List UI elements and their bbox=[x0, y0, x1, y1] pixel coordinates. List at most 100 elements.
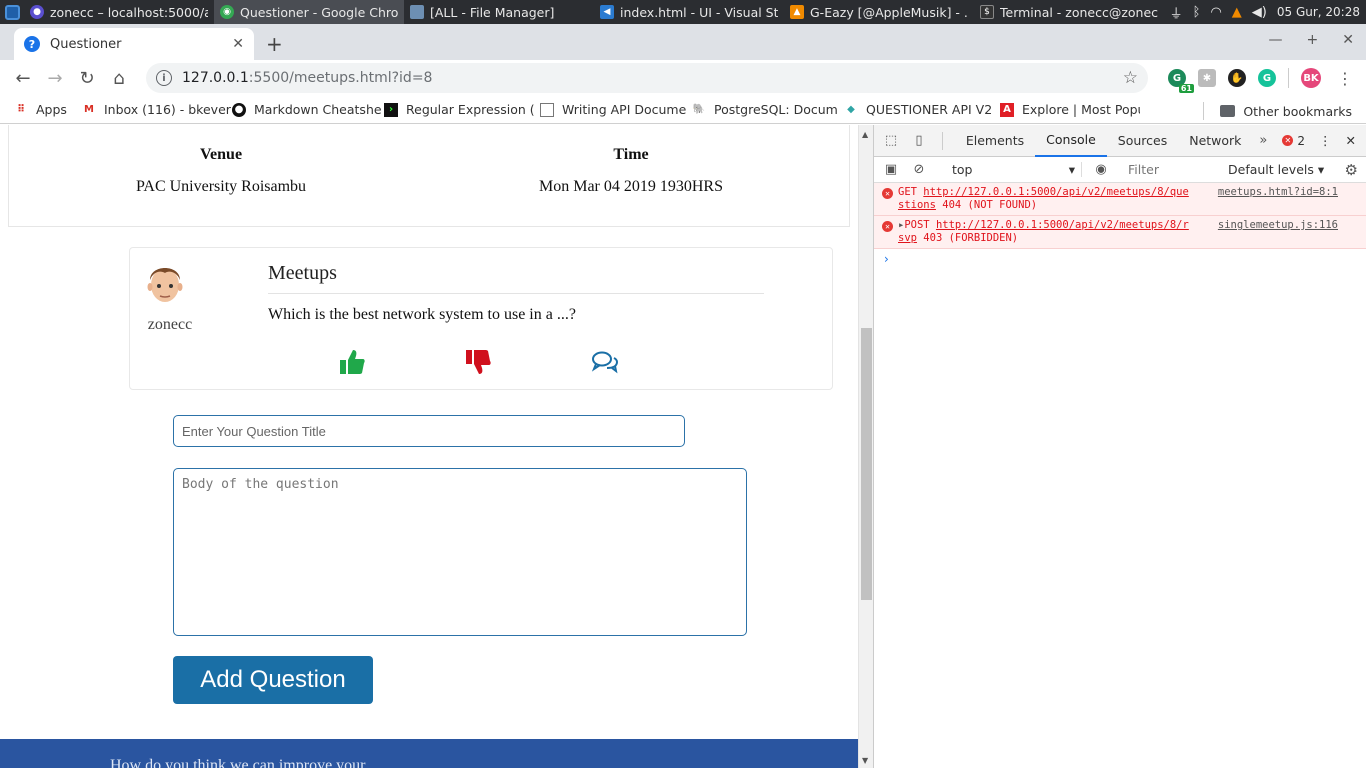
extension-puzzle-icon[interactable]: ✱ bbox=[1198, 69, 1216, 87]
inspect-element-icon[interactable]: ⬚ bbox=[882, 132, 900, 150]
console-settings-gear-icon[interactable]: ⚙ bbox=[1345, 161, 1358, 179]
request-url-link[interactable]: http://127.0.0.1:5000/api/v2/meetups/8/q… bbox=[923, 186, 1189, 198]
console-filter-input[interactable] bbox=[1128, 159, 1220, 180]
tab-network[interactable]: Network bbox=[1178, 125, 1252, 157]
close-window-icon[interactable]: ✕ bbox=[1342, 32, 1354, 48]
taskbar-item-file-manager[interactable]: [ALL - File Manager] bbox=[404, 0, 594, 24]
terminal-icon: $ bbox=[980, 5, 994, 19]
page-scrollbar[interactable]: ▲ ▼ bbox=[858, 125, 873, 768]
bookmark-apps[interactable]: ⠿ Apps bbox=[14, 102, 82, 117]
scroll-up-arrow-icon[interactable]: ▲ bbox=[862, 130, 868, 139]
taskbar-item-vscode[interactable]: ◀ index.html - UI - Visual St... bbox=[594, 0, 784, 24]
bookmark-divider bbox=[1203, 102, 1205, 120]
question-title-input[interactable] bbox=[173, 415, 685, 447]
maximize-icon[interactable]: + bbox=[1307, 32, 1319, 48]
error-source-link[interactable]: meetups.html?id=8:1 bbox=[1218, 186, 1338, 199]
error-icon: ✕ bbox=[882, 221, 893, 232]
add-question-button[interactable]: Add Question bbox=[173, 656, 373, 704]
firefox-icon: ● bbox=[30, 5, 44, 19]
clear-console-icon[interactable]: ⊘ bbox=[910, 161, 928, 179]
error-count: 2 bbox=[1297, 133, 1306, 148]
app-menu-button[interactable] bbox=[0, 0, 24, 24]
bookmark-label: Explore | Most Popu bbox=[1022, 102, 1140, 117]
question-title: Meetups bbox=[268, 262, 764, 294]
scroll-down-arrow-icon[interactable]: ▼ bbox=[862, 756, 868, 765]
log-levels-dropdown[interactable]: Default levels ▾ bbox=[1228, 162, 1324, 177]
taskbar-item-terminal[interactable]: $ Terminal - zonecc@zonec... bbox=[974, 0, 1164, 24]
bookmark-api-docs[interactable]: Writing API Docume bbox=[540, 102, 692, 117]
bluetooth-icon[interactable]: ᛒ bbox=[1193, 5, 1201, 20]
device-toolbar-icon[interactable]: ▯ bbox=[910, 132, 928, 150]
bookmark-questioner-api[interactable]: ◆ QUESTIONER API V2 bbox=[844, 102, 1000, 117]
wifi-icon[interactable]: ◠ bbox=[1210, 5, 1221, 20]
profile-avatar[interactable]: BK bbox=[1301, 68, 1321, 88]
forward-button[interactable]: → bbox=[42, 65, 68, 91]
volume-icon[interactable]: ◀) bbox=[1252, 5, 1267, 20]
extension-badge-count: 61 bbox=[1178, 84, 1194, 93]
scrollbar-thumb[interactable] bbox=[861, 328, 872, 600]
error-count-badge[interactable]: ✕ 2 bbox=[1282, 134, 1305, 148]
request-url-link-continued[interactable]: svp bbox=[898, 232, 917, 244]
vlc-tray-icon[interactable]: ▲ bbox=[1232, 5, 1242, 20]
power-plug-icon[interactable]: ⏚ bbox=[1170, 3, 1183, 22]
venue-label: Venue bbox=[199, 146, 243, 163]
clock[interactable]: 05 Gur, 20:28 bbox=[1277, 5, 1360, 19]
devtools-tab-bar: ⬚ ▯ Elements Console Sources Network » ✕… bbox=[874, 125, 1366, 157]
error-source-link[interactable]: singlemeetup.js:116 bbox=[1218, 219, 1338, 232]
bookmark-inbox[interactable]: M Inbox (116) - bkever bbox=[82, 102, 232, 117]
reload-button[interactable]: ↻ bbox=[74, 65, 100, 91]
close-devtools-icon[interactable]: ✕ bbox=[1346, 133, 1356, 148]
context-selector[interactable]: top ▾ bbox=[946, 162, 1082, 177]
bookmark-markdown[interactable]: ● Markdown Cheatshe bbox=[232, 102, 384, 117]
comments-icon[interactable] bbox=[591, 348, 619, 376]
live-expression-eye-icon[interactable]: ◉ bbox=[1092, 161, 1110, 179]
time-label: Time bbox=[613, 146, 649, 163]
minimize-icon[interactable]: — bbox=[1269, 32, 1283, 48]
question-author: zonecc bbox=[147, 316, 193, 333]
devtools-panel: ⬚ ▯ Elements Console Sources Network » ✕… bbox=[873, 125, 1366, 768]
site-info-icon[interactable]: i bbox=[156, 70, 172, 86]
other-bookmarks[interactable]: Other bookmarks bbox=[1203, 102, 1352, 120]
more-tabs-chevron-icon[interactable]: » bbox=[1254, 132, 1272, 150]
dropdown-arrow-icon: ▾ bbox=[1068, 162, 1075, 177]
bookmark-regex[interactable]: › Regular Expression ( bbox=[384, 102, 540, 117]
bookmark-explore[interactable]: A Explore | Most Popu bbox=[1000, 102, 1140, 117]
user-avatar-icon bbox=[147, 268, 183, 302]
request-url-link[interactable]: http://127.0.0.1:5000/api/v2/meetups/8/r bbox=[936, 219, 1189, 231]
browser-menu-icon[interactable]: ⋮ bbox=[1337, 69, 1353, 88]
folder-icon bbox=[410, 5, 424, 19]
sidebar-toggle-icon[interactable]: ▣ bbox=[882, 161, 900, 179]
browser-tab-questioner[interactable]: ? Questioner ✕ bbox=[14, 28, 254, 60]
grammarly-icon[interactable]: G bbox=[1258, 69, 1276, 87]
devtools-menu-icon[interactable]: ⋮ bbox=[1319, 133, 1332, 148]
question-card: zonecc Meetups Which is the best network… bbox=[129, 247, 833, 390]
new-tab-button[interactable]: + bbox=[266, 32, 283, 56]
console-prompt[interactable]: › bbox=[874, 249, 1366, 269]
request-url-link-continued[interactable]: stions bbox=[898, 199, 936, 211]
question-body-textarea[interactable] bbox=[173, 468, 747, 636]
tab-sources[interactable]: Sources bbox=[1107, 125, 1178, 157]
apps-grid-icon: ⠿ bbox=[17, 104, 25, 115]
upvote-thumbs-up-icon[interactable] bbox=[338, 348, 366, 376]
extension-hand-icon[interactable]: ✋ bbox=[1228, 69, 1246, 87]
bookmark-star-icon[interactable]: ☆ bbox=[1123, 68, 1138, 88]
downvote-thumbs-down-icon[interactable] bbox=[464, 348, 492, 376]
request-method: GET bbox=[898, 186, 917, 198]
back-button[interactable]: ← bbox=[10, 65, 36, 91]
tab-console[interactable]: Console bbox=[1035, 125, 1107, 157]
bookmark-label: Markdown Cheatshe bbox=[254, 102, 382, 117]
console-filter-bar: ▣ ⊘ top ▾ ◉ Default levels ▾ ⚙ bbox=[874, 157, 1366, 183]
address-bar[interactable]: i 127.0.0.1:5500/meetups.html?id=8 ☆ bbox=[146, 63, 1148, 93]
extension-badge-icon[interactable]: G 61 bbox=[1168, 69, 1194, 93]
web-page: Venue PAC University Roisambu Time Mon M… bbox=[0, 125, 858, 768]
close-tab-icon[interactable]: ✕ bbox=[232, 36, 244, 52]
tab-elements[interactable]: Elements bbox=[955, 125, 1035, 157]
page-icon bbox=[540, 102, 554, 117]
taskbar-item-vlc[interactable]: ▲ G-Eazy [@AppleMusik] - ... bbox=[784, 0, 974, 24]
taskbar-item-chrome[interactable]: ◉ Questioner - Google Chro... bbox=[214, 0, 404, 24]
bookmark-postgres[interactable]: 🐘 PostgreSQL: Docum bbox=[692, 102, 844, 117]
taskbar-item-label: [ALL - File Manager] bbox=[430, 4, 555, 20]
taskbar-item-browser-localhost[interactable]: ● zonecc – localhost:5000/a... bbox=[24, 0, 214, 24]
home-button[interactable]: ⌂ bbox=[106, 65, 132, 91]
prompt-chevron-icon: › bbox=[884, 252, 889, 266]
